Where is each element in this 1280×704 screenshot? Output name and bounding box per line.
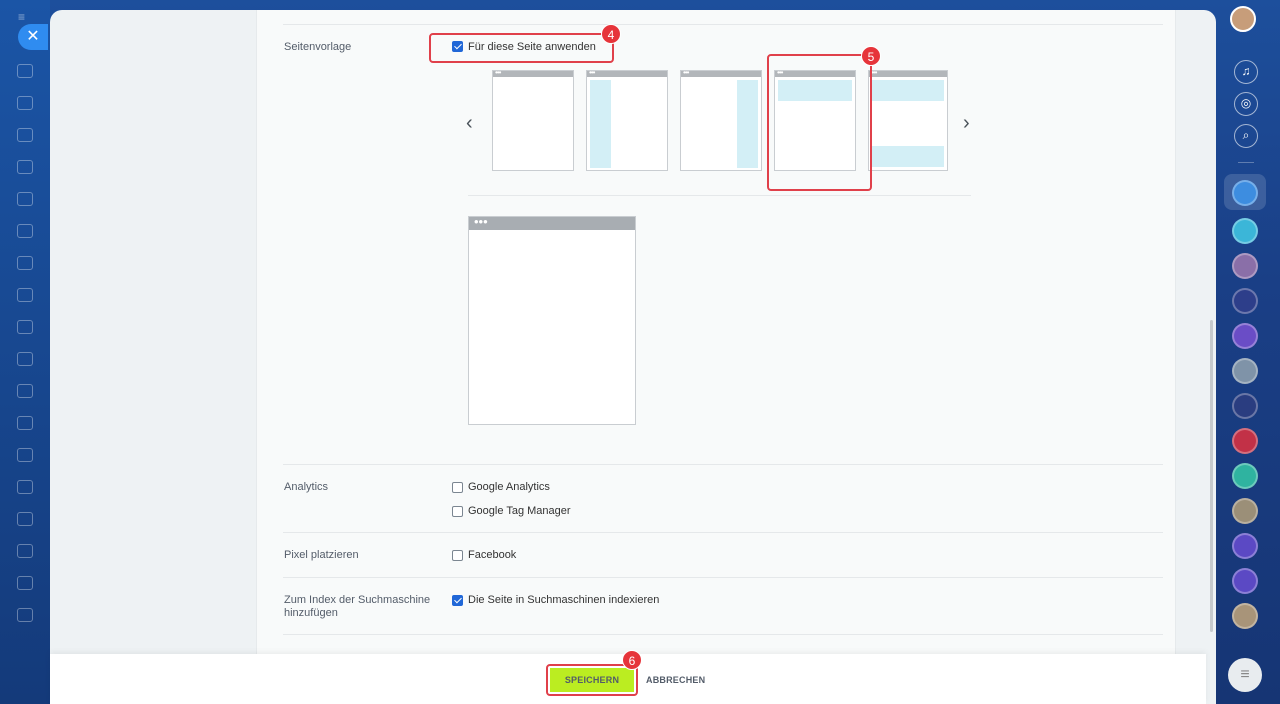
annotation-highlight (767, 54, 872, 191)
avatar[interactable] (1232, 533, 1258, 559)
sidebar-icon[interactable] (17, 288, 33, 302)
window-bar (869, 71, 947, 77)
divider (283, 634, 1163, 635)
step-badge: 5 (861, 46, 881, 66)
google-analytics-label[interactable]: Google Analytics (468, 481, 550, 493)
avatar[interactable] (1232, 323, 1258, 349)
window-bar (681, 71, 761, 77)
avatar[interactable] (1232, 568, 1258, 594)
sidebar-icon[interactable] (17, 192, 33, 206)
avatar[interactable] (1232, 253, 1258, 279)
search-index-checkbox[interactable] (452, 595, 463, 606)
annotation-highlight (546, 664, 638, 696)
template-block (590, 80, 611, 168)
sidebar-icon[interactable] (17, 160, 33, 174)
step-badge: 4 (601, 24, 621, 44)
sidebar-icon[interactable] (17, 352, 33, 366)
annotation-highlight (429, 33, 614, 63)
sidebar-icon[interactable] (17, 512, 33, 526)
window-bar (587, 71, 667, 77)
search-index-label-2: hinzufügen (284, 607, 338, 619)
left-sidebar: ≡ (0, 0, 50, 704)
google-tag-manager-checkbox[interactable] (452, 506, 463, 517)
sidebar-icon[interactable] (17, 576, 33, 590)
sidebar-icon[interactable] (17, 608, 33, 622)
cancel-button[interactable]: ABBRECHEN (646, 668, 705, 692)
search-index-label: Zum Index der Suchmaschine (284, 594, 431, 606)
close-icon[interactable]: ✕ (18, 24, 48, 50)
avatar[interactable] (1232, 498, 1258, 524)
template-right-sidebar[interactable]: ••• (680, 68, 762, 171)
avatar[interactable] (1232, 218, 1258, 244)
menu-icon[interactable]: ≡ (18, 10, 32, 24)
sidebar-icon[interactable] (17, 128, 33, 142)
sidebar-icon[interactable] (17, 448, 33, 462)
sidebar-icon[interactable] (17, 320, 33, 334)
bell-icon[interactable]: ♫ (1234, 60, 1258, 84)
sidebar-icon[interactable] (17, 224, 33, 238)
right-sidebar: ♫ ◎ ⌕ (1216, 0, 1280, 704)
sidebar-icon[interactable] (17, 480, 33, 494)
divider (283, 577, 1163, 578)
notification-icon[interactable]: ◎ (1234, 92, 1258, 116)
scrollbar[interactable] (1210, 320, 1213, 632)
template-block (872, 80, 944, 101)
template-header-footer[interactable]: ••• (868, 68, 948, 171)
page-template-label: Seitenvorlage (284, 41, 352, 53)
avatar[interactable] (1232, 393, 1258, 419)
sidebar-icon[interactable] (17, 256, 33, 270)
sidebar-icon[interactable] (17, 64, 33, 78)
window-dots: ••• (474, 214, 488, 229)
divider (1238, 162, 1254, 163)
avatar[interactable] (1232, 358, 1258, 384)
analytics-label: Analytics (284, 481, 329, 493)
chat-icon[interactable]: ≡ (1228, 658, 1262, 692)
sidebar-icon[interactable] (17, 416, 33, 430)
settings-form: Seitenvorlage Für diese Seite anwenden 4… (256, 10, 1176, 704)
divider (283, 464, 1163, 465)
sidebar-icon[interactable] (17, 96, 33, 110)
avatar[interactable] (1232, 603, 1258, 629)
divider (283, 532, 1163, 533)
window-bar (493, 71, 573, 77)
avatar[interactable] (1232, 288, 1258, 314)
window-bar (469, 217, 635, 230)
sidebar-icon[interactable] (17, 384, 33, 398)
window-dots: ••• (495, 68, 501, 77)
template-preview: ••• (468, 214, 636, 425)
template-left-sidebar[interactable]: ••• (586, 68, 668, 171)
window-dots: ••• (589, 68, 595, 77)
chevron-left-icon[interactable]: ‹ (466, 112, 473, 135)
template-block (872, 146, 944, 167)
template-empty[interactable]: ••• (492, 68, 574, 171)
sidebar-icon[interactable] (17, 544, 33, 558)
avatar[interactable] (1232, 463, 1258, 489)
step-badge: 6 (622, 650, 642, 670)
google-analytics-checkbox[interactable] (452, 482, 463, 493)
facebook-pixel-checkbox[interactable] (452, 550, 463, 561)
template-block (737, 80, 758, 168)
pixel-label: Pixel platzieren (284, 549, 359, 561)
window-dots: ••• (683, 68, 689, 77)
divider (468, 195, 971, 196)
google-tag-manager-label[interactable]: Google Tag Manager (468, 505, 571, 517)
footer-bar: SPEICHERN 6 ABBRECHEN (50, 650, 1206, 704)
search-chat-icon[interactable]: ⌕ (1234, 124, 1258, 148)
facebook-pixel-label[interactable]: Facebook (468, 549, 516, 561)
search-index-option-label[interactable]: Die Seite in Suchmaschinen indexieren (468, 594, 659, 606)
chevron-right-icon[interactable]: › (963, 112, 970, 135)
avatar[interactable] (1232, 180, 1258, 206)
divider (283, 24, 1163, 25)
avatar[interactable] (1232, 428, 1258, 454)
settings-panel: Seitenvorlage Für diese Seite anwenden 4… (50, 10, 1216, 704)
